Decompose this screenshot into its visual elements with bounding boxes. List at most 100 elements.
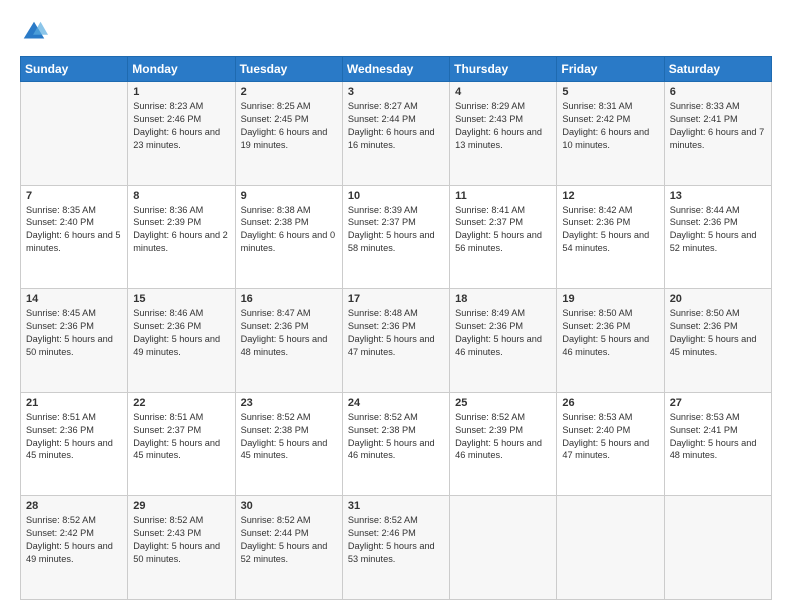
day-cell: 9 Sunrise: 8:38 AMSunset: 2:38 PMDaylight… xyxy=(235,185,342,289)
day-cell xyxy=(450,496,557,600)
day-detail: Sunrise: 8:52 AMSunset: 2:38 PMDaylight:… xyxy=(348,411,444,463)
day-number: 24 xyxy=(348,397,444,409)
day-cell: 5 Sunrise: 8:31 AMSunset: 2:42 PMDaylight… xyxy=(557,82,664,186)
day-cell: 23Sunrise: 8:52 AMSunset: 2:38 PMDayligh… xyxy=(235,392,342,496)
header xyxy=(20,18,772,46)
day-number: 28 xyxy=(26,500,122,512)
day-detail: Sunrise: 8:38 AMSunset: 2:38 PMDaylight:… xyxy=(241,204,337,256)
logo-icon xyxy=(20,18,48,46)
day-detail: Sunrise: 8:29 AMSunset: 2:43 PMDaylight:… xyxy=(455,100,551,152)
header-friday: Friday xyxy=(557,57,664,82)
day-cell: 1Sunrise: 8:23 AMSunset: 2:46 PMDaylight… xyxy=(128,82,235,186)
day-cell: 2 Sunrise: 8:25 AMSunset: 2:45 PMDaylight… xyxy=(235,82,342,186)
day-number: 15 xyxy=(133,293,229,305)
day-cell: 25 Sunrise: 8:52 AMSunset: 2:39 PMDayligh… xyxy=(450,392,557,496)
day-detail: Sunrise: 8:52 AMSunset: 2:43 PMDaylight:… xyxy=(133,514,229,566)
day-cell: 11 Sunrise: 8:41 AMSunset: 2:37 PMDayligh… xyxy=(450,185,557,289)
day-number: 26 xyxy=(562,397,658,409)
day-number: 20 xyxy=(670,293,766,305)
day-cell: 16 Sunrise: 8:47 AMSunset: 2:36 PMDayligh… xyxy=(235,289,342,393)
day-number: 10 xyxy=(348,190,444,202)
week-row-1: 7Sunrise: 8:35 AMSunset: 2:40 PMDaylight… xyxy=(21,185,772,289)
day-number: 22 xyxy=(133,397,229,409)
day-detail: Sunrise: 8:50 AMSunset: 2:36 PMDaylight:… xyxy=(670,307,766,359)
day-detail: Sunrise: 8:47 AMSunset: 2:36 PMDaylight:… xyxy=(241,307,337,359)
day-number: 16 xyxy=(241,293,337,305)
header-thursday: Thursday xyxy=(450,57,557,82)
page: SundayMondayTuesdayWednesdayThursdayFrid… xyxy=(0,0,792,612)
day-detail: Sunrise: 8:48 AMSunset: 2:36 PMDaylight:… xyxy=(348,307,444,359)
day-number: 2 xyxy=(241,86,337,98)
day-detail: Sunrise: 8:52 AMSunset: 2:46 PMDaylight:… xyxy=(348,514,444,566)
day-cell: 10 Sunrise: 8:39 AMSunset: 2:37 PMDayligh… xyxy=(342,185,449,289)
day-detail: Sunrise: 8:42 AMSunset: 2:36 PMDaylight:… xyxy=(562,204,658,256)
day-cell: 19Sunrise: 8:50 AMSunset: 2:36 PMDayligh… xyxy=(557,289,664,393)
day-cell xyxy=(664,496,771,600)
header-tuesday: Tuesday xyxy=(235,57,342,82)
day-cell: 22Sunrise: 8:51 AMSunset: 2:37 PMDayligh… xyxy=(128,392,235,496)
week-row-4: 28 Sunrise: 8:52 AMSunset: 2:42 PMDayligh… xyxy=(21,496,772,600)
day-detail: Sunrise: 8:27 AMSunset: 2:44 PMDaylight:… xyxy=(348,100,444,152)
day-cell xyxy=(557,496,664,600)
day-cell xyxy=(21,82,128,186)
day-number: 17 xyxy=(348,293,444,305)
day-detail: Sunrise: 8:44 AMSunset: 2:36 PMDaylight:… xyxy=(670,204,766,256)
header-saturday: Saturday xyxy=(664,57,771,82)
day-cell: 4Sunrise: 8:29 AMSunset: 2:43 PMDaylight… xyxy=(450,82,557,186)
day-detail: Sunrise: 8:52 AMSunset: 2:38 PMDaylight:… xyxy=(241,411,337,463)
day-detail: Sunrise: 8:31 AMSunset: 2:42 PMDaylight:… xyxy=(562,100,658,152)
day-number: 14 xyxy=(26,293,122,305)
day-number: 31 xyxy=(348,500,444,512)
day-number: 11 xyxy=(455,190,551,202)
day-number: 9 xyxy=(241,190,337,202)
day-number: 7 xyxy=(26,190,122,202)
week-row-0: 1Sunrise: 8:23 AMSunset: 2:46 PMDaylight… xyxy=(21,82,772,186)
day-detail: Sunrise: 8:39 AMSunset: 2:37 PMDaylight:… xyxy=(348,204,444,256)
day-cell: 17 Sunrise: 8:48 AMSunset: 2:36 PMDayligh… xyxy=(342,289,449,393)
header-wednesday: Wednesday xyxy=(342,57,449,82)
day-detail: Sunrise: 8:52 AMSunset: 2:44 PMDaylight:… xyxy=(241,514,337,566)
day-number: 6 xyxy=(670,86,766,98)
day-number: 30 xyxy=(241,500,337,512)
day-cell: 8Sunrise: 8:36 AMSunset: 2:39 PMDaylight… xyxy=(128,185,235,289)
header-row: SundayMondayTuesdayWednesdayThursdayFrid… xyxy=(21,57,772,82)
day-cell: 20 Sunrise: 8:50 AMSunset: 2:36 PMDayligh… xyxy=(664,289,771,393)
day-detail: Sunrise: 8:36 AMSunset: 2:39 PMDaylight:… xyxy=(133,204,229,256)
day-cell: 26Sunrise: 8:53 AMSunset: 2:40 PMDayligh… xyxy=(557,392,664,496)
day-cell: 31 Sunrise: 8:52 AMSunset: 2:46 PMDayligh… xyxy=(342,496,449,600)
day-detail: Sunrise: 8:41 AMSunset: 2:37 PMDaylight:… xyxy=(455,204,551,256)
day-cell: 13 Sunrise: 8:44 AMSunset: 2:36 PMDayligh… xyxy=(664,185,771,289)
day-number: 25 xyxy=(455,397,551,409)
day-detail: Sunrise: 8:33 AMSunset: 2:41 PMDaylight:… xyxy=(670,100,766,152)
day-number: 27 xyxy=(670,397,766,409)
day-cell: 3 Sunrise: 8:27 AMSunset: 2:44 PMDaylight… xyxy=(342,82,449,186)
day-cell: 6 Sunrise: 8:33 AMSunset: 2:41 PMDaylight… xyxy=(664,82,771,186)
day-detail: Sunrise: 8:53 AMSunset: 2:41 PMDaylight:… xyxy=(670,411,766,463)
day-cell: 29Sunrise: 8:52 AMSunset: 2:43 PMDayligh… xyxy=(128,496,235,600)
day-cell: 14 Sunrise: 8:45 AMSunset: 2:36 PMDayligh… xyxy=(21,289,128,393)
day-number: 18 xyxy=(455,293,551,305)
day-cell: 21 Sunrise: 8:51 AMSunset: 2:36 PMDayligh… xyxy=(21,392,128,496)
day-detail: Sunrise: 8:50 AMSunset: 2:36 PMDaylight:… xyxy=(562,307,658,359)
header-monday: Monday xyxy=(128,57,235,82)
day-cell: 27 Sunrise: 8:53 AMSunset: 2:41 PMDayligh… xyxy=(664,392,771,496)
day-detail: Sunrise: 8:52 AMSunset: 2:42 PMDaylight:… xyxy=(26,514,122,566)
day-detail: Sunrise: 8:45 AMSunset: 2:36 PMDaylight:… xyxy=(26,307,122,359)
logo xyxy=(20,18,52,46)
day-detail: Sunrise: 8:49 AMSunset: 2:36 PMDaylight:… xyxy=(455,307,551,359)
day-number: 21 xyxy=(26,397,122,409)
day-cell: 18 Sunrise: 8:49 AMSunset: 2:36 PMDayligh… xyxy=(450,289,557,393)
day-number: 5 xyxy=(562,86,658,98)
header-sunday: Sunday xyxy=(21,57,128,82)
day-detail: Sunrise: 8:51 AMSunset: 2:36 PMDaylight:… xyxy=(26,411,122,463)
day-number: 13 xyxy=(670,190,766,202)
day-detail: Sunrise: 8:25 AMSunset: 2:45 PMDaylight:… xyxy=(241,100,337,152)
day-detail: Sunrise: 8:52 AMSunset: 2:39 PMDaylight:… xyxy=(455,411,551,463)
week-row-2: 14 Sunrise: 8:45 AMSunset: 2:36 PMDayligh… xyxy=(21,289,772,393)
day-number: 12 xyxy=(562,190,658,202)
day-cell: 30 Sunrise: 8:52 AMSunset: 2:44 PMDayligh… xyxy=(235,496,342,600)
day-number: 3 xyxy=(348,86,444,98)
day-detail: Sunrise: 8:23 AMSunset: 2:46 PMDaylight:… xyxy=(133,100,229,152)
calendar-table: SundayMondayTuesdayWednesdayThursdayFrid… xyxy=(20,56,772,600)
week-row-3: 21 Sunrise: 8:51 AMSunset: 2:36 PMDayligh… xyxy=(21,392,772,496)
